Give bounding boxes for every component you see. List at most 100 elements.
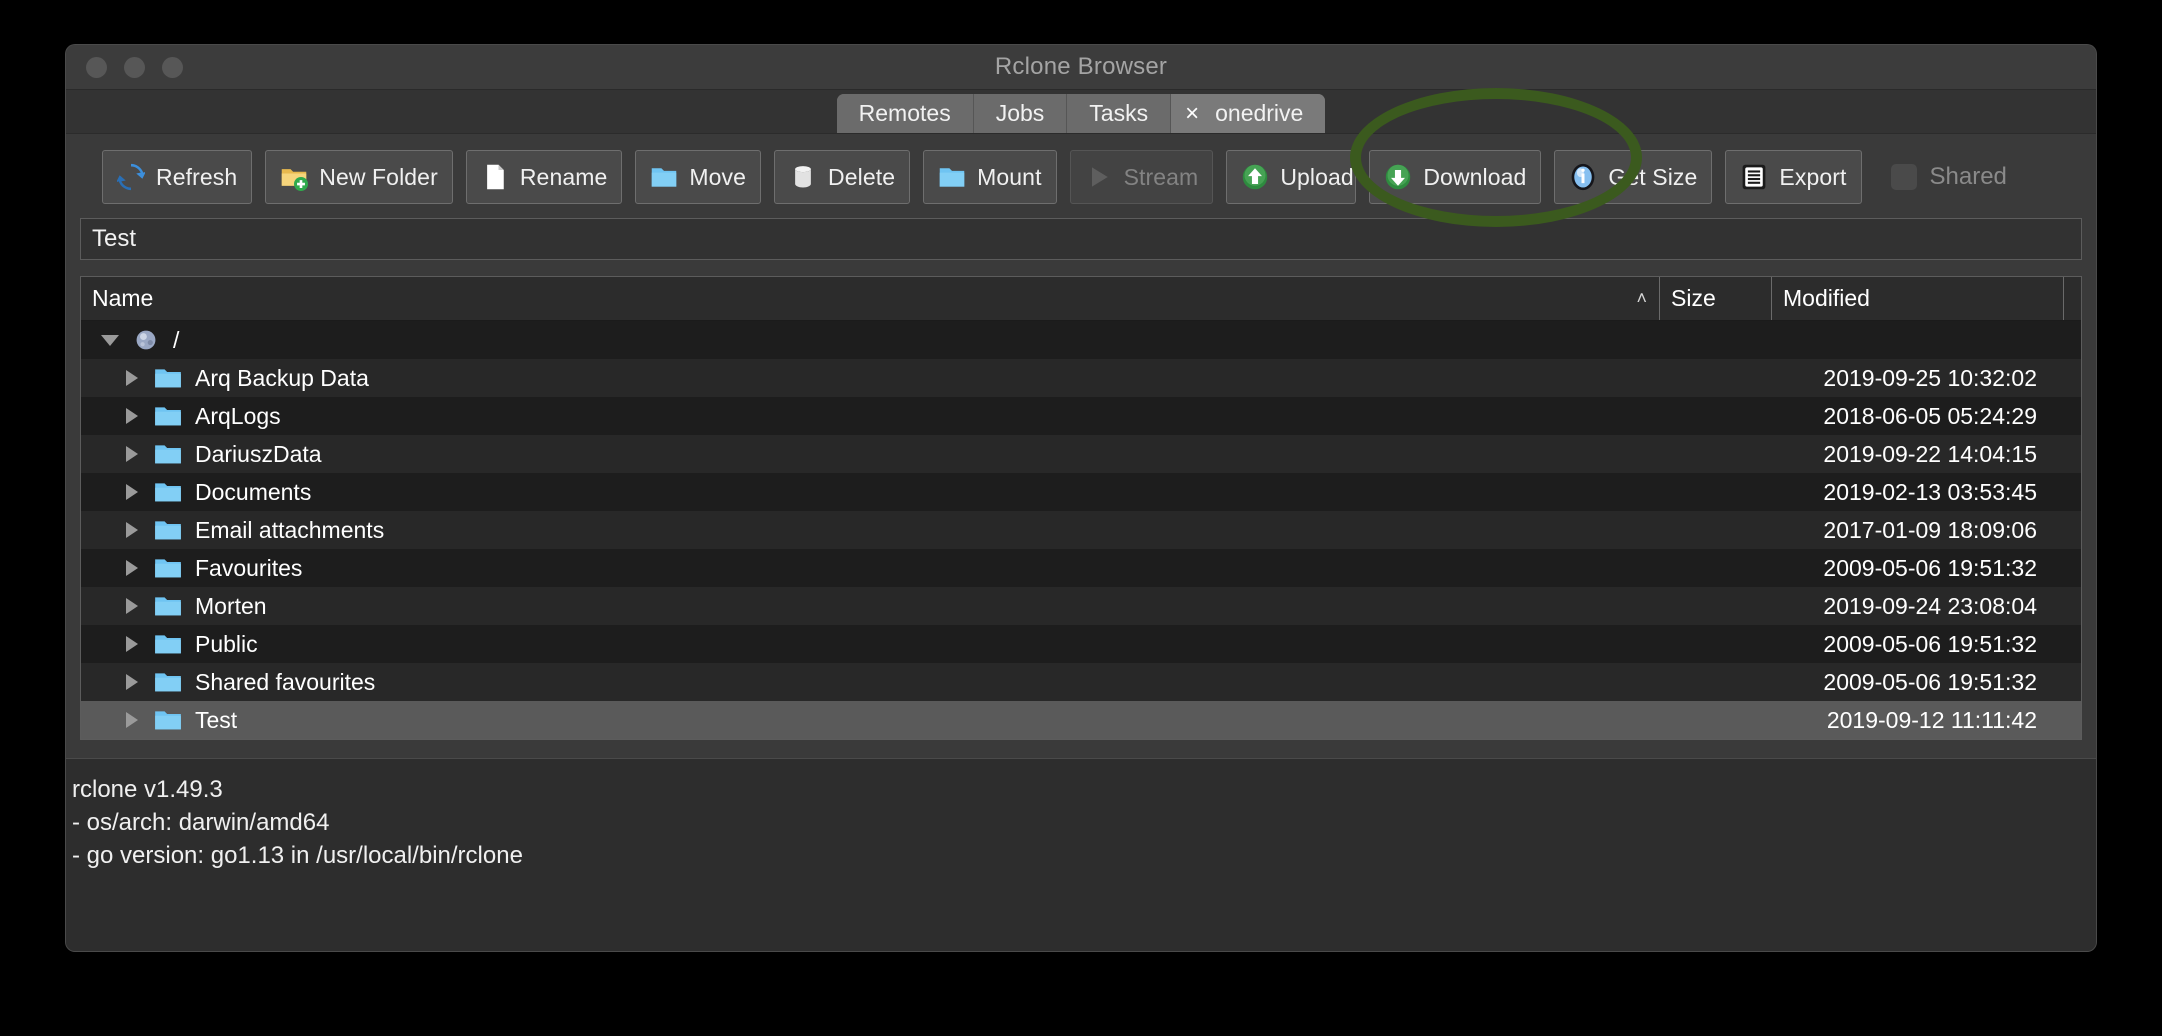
globe-icon (136, 330, 156, 350)
button-label: Rename (519, 163, 608, 190)
row-modified: 2019-02-13 03:53:45 (1823, 478, 2037, 505)
trash-icon (795, 166, 811, 188)
application-window: Rclone Browser Remotes Jobs Tasks × oned… (66, 45, 2096, 951)
expand-toggle-icon[interactable] (99, 329, 121, 351)
table-row[interactable]: Email attachments 2017-01-09 18:09:06 (81, 511, 2081, 549)
row-name: Favourites (195, 554, 303, 581)
row-modified: 2019-09-24 23:08:04 (1823, 592, 2037, 619)
rename-button[interactable]: Rename (465, 150, 623, 204)
table-row[interactable]: ArqLogs 2018-06-05 05:24:29 (81, 397, 2081, 435)
column-header-modified[interactable]: Modified (1771, 277, 2063, 320)
row-name: Test (195, 706, 238, 733)
log-line: - go version: go1.13 in /usr/local/bin/r… (72, 842, 523, 869)
button-label: Upload (1280, 163, 1354, 190)
table-row[interactable]: Shared favourites 2009-05-06 19:51:32 (81, 663, 2081, 701)
expand-toggle-icon[interactable] (121, 633, 143, 655)
row-modified: 2019-09-22 14:04:15 (1823, 440, 2037, 467)
table-row[interactable]: Arq Backup Data 2019-09-25 10:32:02 (81, 359, 2081, 397)
row-modified: 2009-05-06 19:51:32 (1823, 554, 2037, 581)
tab-onedrive[interactable]: × onedrive (1171, 94, 1326, 133)
new-folder-button[interactable]: New Folder (265, 150, 453, 204)
download-button[interactable]: Download (1369, 150, 1542, 204)
close-icon[interactable]: × (1185, 101, 1199, 126)
expand-toggle-icon[interactable] (121, 405, 143, 427)
table-row[interactable]: Documents 2019-02-13 03:53:45 (81, 473, 2081, 511)
table-row[interactable]: Favourites 2009-05-06 19:51:32 (81, 549, 2081, 587)
path-input[interactable]: Test (80, 218, 2082, 260)
stream-button: Stream (1069, 150, 1214, 204)
column-header-name[interactable]: Name ˄ (81, 277, 1659, 320)
log-pane: rclone v1.49.3 - os/arch: darwin/amd64 -… (66, 758, 2096, 951)
button-label: Stream (1123, 163, 1199, 190)
row-modified: 2017-01-09 18:09:06 (1823, 516, 2037, 543)
button-label: Mount (977, 163, 1042, 190)
folder-icon (155, 559, 181, 578)
expand-toggle-icon[interactable] (121, 367, 143, 389)
refresh-button[interactable]: Refresh (102, 150, 253, 204)
row-modified: 2019-09-25 10:32:02 (1823, 364, 2037, 391)
folder-icon (155, 483, 181, 502)
row-name: Arq Backup Data (195, 364, 369, 391)
shared-checkbox: Shared (1890, 163, 2007, 191)
row-name: Shared favourites (195, 668, 376, 695)
toolbar: Refresh New Folder Rename Move Delete Mo… (80, 88, 2082, 227)
table-row[interactable]: Test 2019-09-12 11:11:42 (81, 701, 2081, 739)
window-body: Refresh New Folder Rename Move Delete Mo… (66, 88, 2096, 951)
tab-jobs[interactable]: Jobs (973, 94, 1068, 133)
folder-icon (155, 407, 181, 426)
row-name: / (173, 326, 180, 353)
button-label: Move (689, 163, 747, 190)
info-icon (1572, 163, 1595, 191)
row-name: Public (195, 630, 258, 657)
log-line: - os/arch: darwin/amd64 (72, 809, 330, 836)
sort-ascending-icon: ˄ (1636, 288, 1647, 308)
new-folder-icon (281, 169, 309, 191)
upload-button[interactable]: Upload (1226, 150, 1357, 204)
move-button[interactable]: Move (635, 150, 762, 204)
expand-toggle-icon[interactable] (121, 709, 143, 731)
column-header-filler (2063, 277, 2081, 320)
title-bar: Rclone Browser (66, 45, 2096, 90)
path-value: Test (92, 225, 137, 252)
mount-button[interactable]: Mount (923, 150, 1057, 204)
expand-toggle-icon[interactable] (121, 557, 143, 579)
tree-header: Name ˄ Size Modified (81, 277, 2081, 321)
column-header-size[interactable]: Size (1659, 277, 1771, 320)
table-row[interactable]: Public 2009-05-06 19:51:32 (81, 625, 2081, 663)
folder-icon (155, 521, 181, 540)
folder-icon (155, 445, 181, 464)
log-line: rclone v1.49.3 (72, 776, 223, 803)
tab-label: Remotes (858, 100, 951, 126)
expand-toggle-icon[interactable] (121, 481, 143, 503)
tab-remotes[interactable]: Remotes (836, 94, 974, 133)
refresh-icon (117, 163, 145, 191)
row-name: DariuszData (195, 440, 322, 467)
expand-toggle-icon[interactable] (121, 519, 143, 541)
button-label: Delete (828, 163, 896, 190)
tree-rows: Arq Backup Data 2019-09-25 10:32:02 ArqLog… (81, 359, 2081, 739)
row-modified: 2018-06-05 05:24:29 (1823, 402, 2037, 429)
table-row[interactable]: DariuszData 2019-09-22 14:04:15 (81, 435, 2081, 473)
button-label: Get Size (1608, 163, 1698, 190)
tab-label: Tasks (1089, 100, 1149, 126)
window-title: Rclone Browser (994, 53, 1168, 80)
document-icon (486, 164, 504, 190)
tab-tasks[interactable]: Tasks (1067, 94, 1172, 133)
export-icon (1743, 164, 1766, 190)
expand-toggle-icon[interactable] (121, 671, 143, 693)
expand-toggle-icon[interactable] (121, 443, 143, 465)
expand-toggle-icon[interactable] (121, 595, 143, 617)
delete-button[interactable]: Delete (774, 150, 911, 204)
row-modified: 2009-05-06 19:51:32 (1823, 668, 2037, 695)
tree-root-row[interactable]: / (81, 321, 2081, 359)
checkbox-box (1890, 164, 1917, 190)
column-label: Size (1671, 285, 1716, 311)
row-name: ArqLogs (195, 402, 281, 429)
export-button[interactable]: Export (1725, 150, 1862, 204)
folder-icon (155, 597, 181, 616)
get-size-button[interactable]: Get Size (1554, 150, 1713, 204)
download-icon (1386, 164, 1411, 190)
table-row[interactable]: Morten 2019-09-24 23:08:04 (81, 587, 2081, 625)
row-modified: 2009-05-06 19:51:32 (1823, 630, 2037, 657)
shared-label: Shared (1929, 163, 2007, 190)
